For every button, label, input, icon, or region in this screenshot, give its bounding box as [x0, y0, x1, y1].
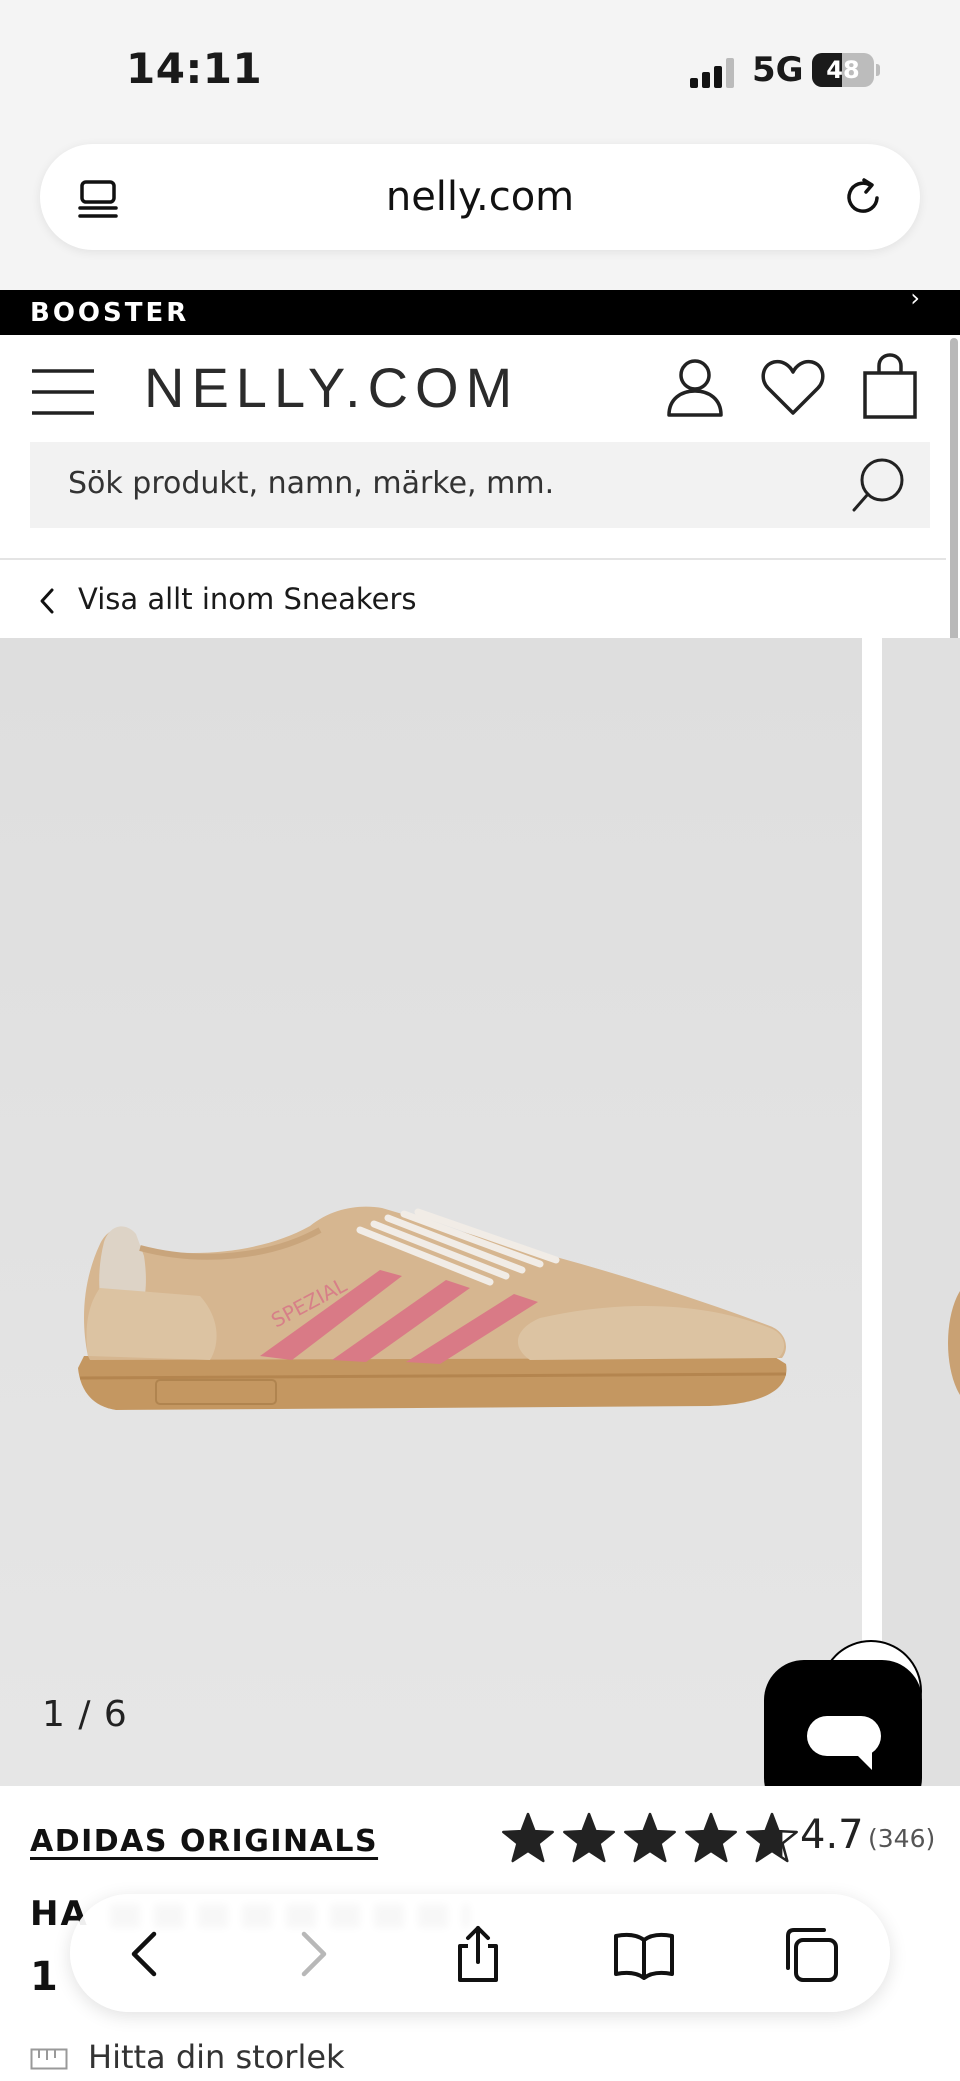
- scrollbar[interactable]: [950, 338, 958, 674]
- battery-level: 48: [826, 56, 860, 84]
- site-header: NELLY.COM: [0, 335, 946, 440]
- image-counter: 1 / 6: [42, 1694, 128, 1735]
- forward-arrow-icon[interactable]: [280, 1922, 344, 1986]
- chevron-left-icon: [40, 588, 54, 614]
- share-icon[interactable]: [446, 1922, 510, 1986]
- battery-icon: 48: [812, 53, 874, 87]
- search-placeholder: Sök produkt, namn, märke, mm.: [68, 466, 555, 501]
- network-type: 5G: [752, 50, 804, 90]
- rating-stars[interactable]: [500, 1808, 800, 1868]
- rating-value: 4.7: [800, 1812, 864, 1858]
- site-logo[interactable]: NELLY.COM: [144, 355, 519, 420]
- header-divider: [0, 558, 946, 560]
- brand-link[interactable]: ADIDAS ORIGINALS: [30, 1824, 378, 1859]
- chat-icon-tail: [854, 1752, 872, 1770]
- promo-chevron-icon: ›: [910, 284, 920, 312]
- next-product-image[interactable]: [882, 638, 960, 1786]
- product-gallery[interactable]: SPEZIAL 1 / 6: [0, 638, 960, 1786]
- bookmarks-icon[interactable]: [612, 1922, 676, 1986]
- search-icon[interactable]: [850, 456, 908, 514]
- address-bar[interactable]: nelly.com: [40, 144, 920, 250]
- promo-banner[interactable]: BOOSTER ›: [0, 284, 960, 335]
- star-fill: [564, 1814, 614, 1861]
- back-arrow-icon[interactable]: [114, 1922, 178, 1986]
- product-price: 1: [30, 1954, 58, 2000]
- chat-icon: [807, 1716, 881, 1756]
- hamburger-menu-icon[interactable]: [30, 367, 96, 417]
- browser-toolbar: [70, 1894, 890, 2012]
- ruler-icon: [30, 2048, 68, 2070]
- account-icon[interactable]: [664, 355, 726, 417]
- url-text[interactable]: nelly.com: [40, 174, 920, 220]
- search-input[interactable]: Sök produkt, namn, märke, mm.: [30, 442, 930, 528]
- sneaker-image: SPEZIAL: [78, 1206, 787, 1410]
- shopping-bag-icon[interactable]: [862, 353, 918, 419]
- heart-icon[interactable]: [760, 357, 826, 417]
- promo-text: BOOSTER: [30, 298, 190, 328]
- star-fill: [625, 1814, 675, 1861]
- tabs-icon[interactable]: [778, 1922, 842, 1986]
- status-time: 14:11: [126, 44, 263, 93]
- battery-nub: [876, 64, 880, 76]
- back-to-category-label: Visa allt inom Sneakers: [78, 582, 417, 616]
- star-fill: [686, 1814, 736, 1861]
- cellular-signal-icon: [690, 58, 736, 88]
- next-image-preview: [948, 1278, 960, 1408]
- rating-count[interactable]: (346): [868, 1824, 935, 1853]
- star-fill: [503, 1814, 553, 1861]
- product-image[interactable]: SPEZIAL 1 / 6: [0, 638, 862, 1786]
- reload-icon[interactable]: [840, 174, 886, 220]
- status-bar: 14:11 5G 48: [0, 0, 960, 140]
- browser-address-area: nelly.com: [0, 140, 960, 290]
- size-guide-label: Hitta din storlek: [88, 2038, 345, 2076]
